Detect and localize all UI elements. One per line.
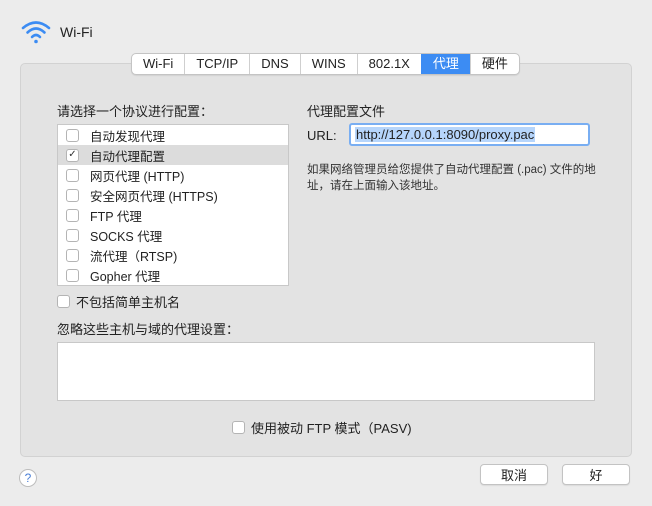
wifi-icon <box>21 21 51 44</box>
protocol-row-http[interactable]: 网页代理 (HTTP) <box>58 165 288 185</box>
tab-proxy[interactable]: 代理 <box>420 54 470 74</box>
protocol-row-ftp[interactable]: FTP 代理 <box>58 205 288 225</box>
protocol-label: SOCKS 代理 <box>90 229 163 244</box>
tab-wins[interactable]: WINS <box>299 54 357 74</box>
checkbox-icon[interactable] <box>66 128 79 142</box>
protocol-row-gopher[interactable]: Gopher 代理 <box>58 265 288 285</box>
window-header: Wi-Fi <box>20 18 93 46</box>
bypass-heading: 忽略这些主机与域的代理设置： <box>57 322 240 337</box>
checkbox-icon[interactable] <box>66 248 79 262</box>
checkbox-icon[interactable] <box>66 188 79 202</box>
protocol-label: Gopher 代理 <box>90 269 161 284</box>
protocol-label: 自动发现代理 <box>90 129 166 144</box>
passive-ftp-label: 使用被动 FTP 模式（PASV) <box>251 421 412 436</box>
tab-dns[interactable]: DNS <box>249 54 299 74</box>
tab-tcpip[interactable]: TCP/IP <box>184 54 249 74</box>
protocol-label: FTP 代理 <box>90 209 142 224</box>
tab-hardware[interactable]: 硬件 <box>469 54 519 74</box>
protocol-label: 流代理（RTSP) <box>90 249 178 264</box>
checkbox-icon[interactable] <box>66 268 79 282</box>
help-button[interactable]: ? <box>19 469 37 487</box>
url-input-value: http://127.0.0.1:8090/proxy.pac <box>355 127 536 142</box>
protocol-list: 自动发现代理 ✓ 自动代理配置 网页代理 (HTTP) 安全网页代理 (HTTP… <box>57 124 289 286</box>
proxy-config-heading: 代理配置文件 <box>307 104 386 119</box>
tab-bar: Wi-Fi TCP/IP DNS WINS 802.1X 代理 硬件 <box>131 53 520 75</box>
checkbox-icon[interactable] <box>66 168 79 182</box>
checkbox-icon[interactable] <box>232 421 245 434</box>
cancel-button[interactable]: 取消 <box>480 464 548 485</box>
protocol-row-rtsp[interactable]: 流代理（RTSP) <box>58 245 288 265</box>
protocol-row-socks[interactable]: SOCKS 代理 <box>58 225 288 245</box>
protocol-row-auto-config[interactable]: ✓ 自动代理配置 <box>58 145 288 165</box>
protocol-label: 自动代理配置 <box>90 149 166 164</box>
checkmark-icon[interactable]: ✓ <box>66 148 79 162</box>
passive-ftp-option[interactable]: 使用被动 FTP 模式（PASV) <box>232 418 412 437</box>
tab-wifi[interactable]: Wi-Fi <box>132 54 184 74</box>
pac-hint-text: 如果网络管理员给您提供了自动代理配置 (.pac) 文件的地址，请在上面输入该地… <box>307 164 596 192</box>
checkbox-icon[interactable] <box>57 295 70 308</box>
protocol-heading: 请选择一个协议进行配置： <box>57 104 214 119</box>
checkbox-icon[interactable] <box>66 228 79 242</box>
url-input[interactable]: http://127.0.0.1:8090/proxy.pac <box>349 123 590 146</box>
bypass-hosts-textarea[interactable] <box>57 342 595 401</box>
protocol-row-https[interactable]: 安全网页代理 (HTTPS) <box>58 185 288 205</box>
checkbox-icon[interactable] <box>66 208 79 222</box>
url-label: URL: <box>307 128 337 143</box>
protocol-label: 网页代理 (HTTP) <box>90 169 185 184</box>
tab-8021x[interactable]: 802.1X <box>356 54 421 74</box>
protocol-row-auto-discovery[interactable]: 自动发现代理 <box>58 125 288 145</box>
ok-button[interactable]: 好 <box>562 464 630 485</box>
protocol-label: 安全网页代理 (HTTPS) <box>90 189 218 204</box>
window-title: Wi-Fi <box>60 24 93 40</box>
exclude-simple-label: 不包括简单主机名 <box>76 295 181 310</box>
exclude-simple-hostnames[interactable]: 不包括简单主机名 <box>57 292 180 311</box>
